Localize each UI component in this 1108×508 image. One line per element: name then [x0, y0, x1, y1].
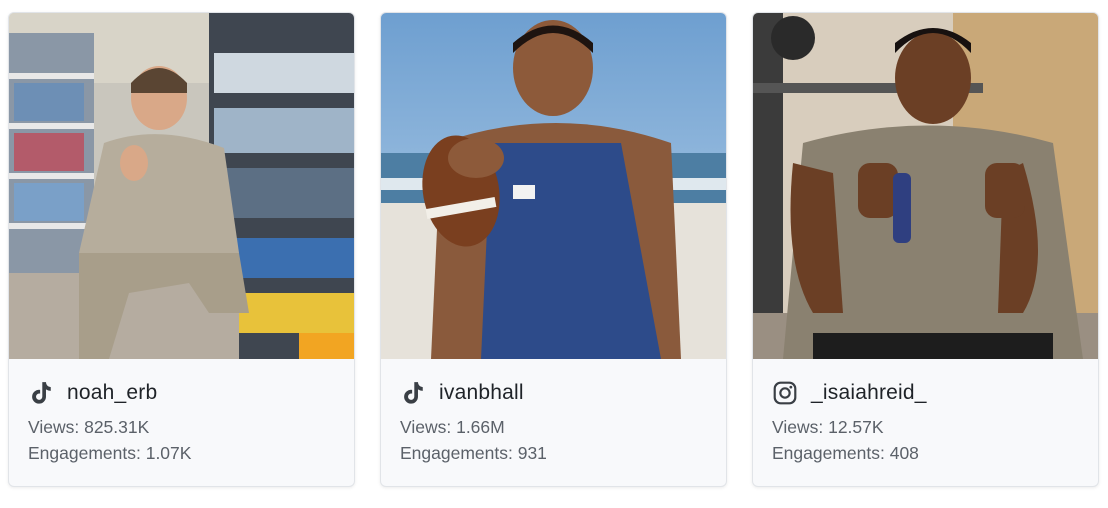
- creator-handle[interactable]: ivanbhall: [439, 381, 524, 405]
- creator-photo-image: [381, 13, 726, 359]
- tiktok-icon: [28, 380, 54, 406]
- engagements-stat: Engagements: 931: [400, 443, 547, 463]
- creator-photo[interactable]: [9, 13, 354, 359]
- views-stat: Views: 12.57K: [772, 417, 884, 437]
- creator-handle-row: _isaiahreid_: [772, 378, 1080, 408]
- creator-handle-row: ivanbhall: [400, 378, 708, 408]
- creator-info: noah_erb Views: 825.31K Engagements: 1.0…: [9, 359, 354, 486]
- creator-info: _isaiahreid_ Views: 12.57K Engagements: …: [753, 359, 1098, 486]
- creator-info: ivanbhall Views: 1.66M Engagements: 931: [381, 359, 726, 486]
- creator-card[interactable]: noah_erb Views: 825.31K Engagements: 1.0…: [8, 12, 355, 487]
- creator-photo-image: [9, 13, 354, 359]
- creator-grid: noah_erb Views: 825.31K Engagements: 1.0…: [0, 0, 1108, 508]
- creator-handle[interactable]: _isaiahreid_: [811, 381, 927, 405]
- creator-handle[interactable]: noah_erb: [67, 381, 157, 405]
- creator-card[interactable]: ivanbhall Views: 1.66M Engagements: 931: [380, 12, 727, 487]
- engagements-stat: Engagements: 408: [772, 443, 919, 463]
- creator-photo[interactable]: [381, 13, 726, 359]
- creator-photo-image: [753, 13, 1098, 359]
- creator-card[interactable]: _isaiahreid_ Views: 12.57K Engagements: …: [752, 12, 1099, 487]
- views-stat: Views: 1.66M: [400, 417, 505, 437]
- views-stat: Views: 825.31K: [28, 417, 150, 437]
- creator-handle-row: noah_erb: [28, 378, 336, 408]
- tiktok-icon: [400, 380, 426, 406]
- instagram-icon: [772, 380, 798, 406]
- engagements-stat: Engagements: 1.07K: [28, 443, 192, 463]
- creator-photo[interactable]: [753, 13, 1098, 359]
